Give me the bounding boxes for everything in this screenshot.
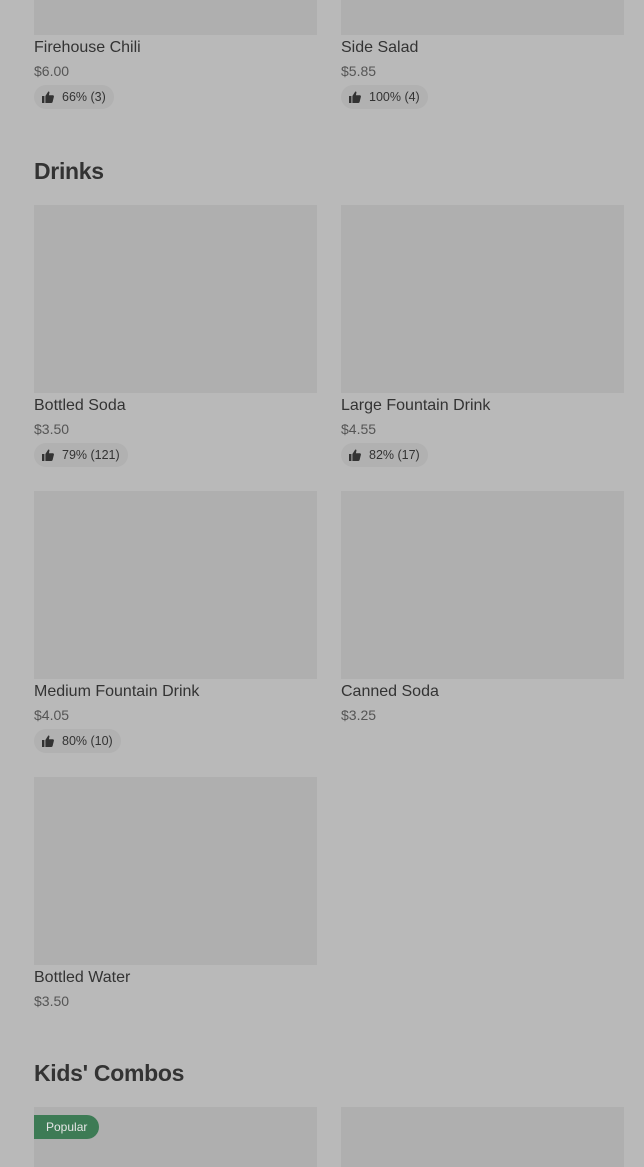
item-image-kids-combo-2[interactable] [341,1107,624,1167]
item-price: $5.85 [341,63,377,79]
item-name[interactable]: Bottled Water [34,968,130,988]
item-price: $3.50 [34,993,70,1009]
item-image-firehouse-chili[interactable] [34,0,317,35]
item-name[interactable]: Medium Fountain Drink [34,682,199,702]
item-image-side-salad[interactable] [341,0,624,35]
item-name[interactable]: Side Salad [341,38,418,58]
rating-badge: 79% (121) [34,443,128,467]
rating-badge: 66% (3) [34,85,114,109]
section-title-kids-combos: Kids' Combos [34,1060,185,1086]
item-price: $6.00 [34,63,70,79]
thumbs-up-icon [42,449,54,461]
item-name[interactable]: Canned Soda [341,682,439,702]
item-image-bottled-soda[interactable] [34,205,317,393]
rating-text: 82% (17) [369,448,420,462]
item-price: $4.55 [341,421,377,437]
rating-text: 80% (10) [62,734,113,748]
item-name[interactable]: Large Fountain Drink [341,396,490,416]
item-price: $3.50 [34,421,70,437]
item-price: $3.25 [341,707,377,723]
popular-badge: Popular [34,1115,100,1139]
thumbs-up-icon [42,735,54,747]
rating-text: 100% (4) [369,90,420,104]
rating-text: 79% (121) [62,448,120,462]
rating-badge: 82% (17) [341,443,428,467]
item-image-canned-soda[interactable] [341,491,624,679]
rating-text: 66% (3) [62,90,106,104]
item-name[interactable]: Firehouse Chili [34,38,141,58]
section-title-drinks: Drinks [34,158,104,184]
rating-badge: 100% (4) [341,85,428,109]
rating-badge: 80% (10) [34,729,121,753]
thumbs-up-icon [42,91,54,103]
item-price: $4.05 [34,707,70,723]
item-name[interactable]: Bottled Soda [34,396,126,416]
thumbs-up-icon [349,91,361,103]
item-image-bottled-water[interactable] [34,777,317,965]
thumbs-up-icon [349,449,361,461]
item-image-large-fountain-drink[interactable] [341,205,624,393]
item-image-medium-fountain-drink[interactable] [34,491,317,679]
